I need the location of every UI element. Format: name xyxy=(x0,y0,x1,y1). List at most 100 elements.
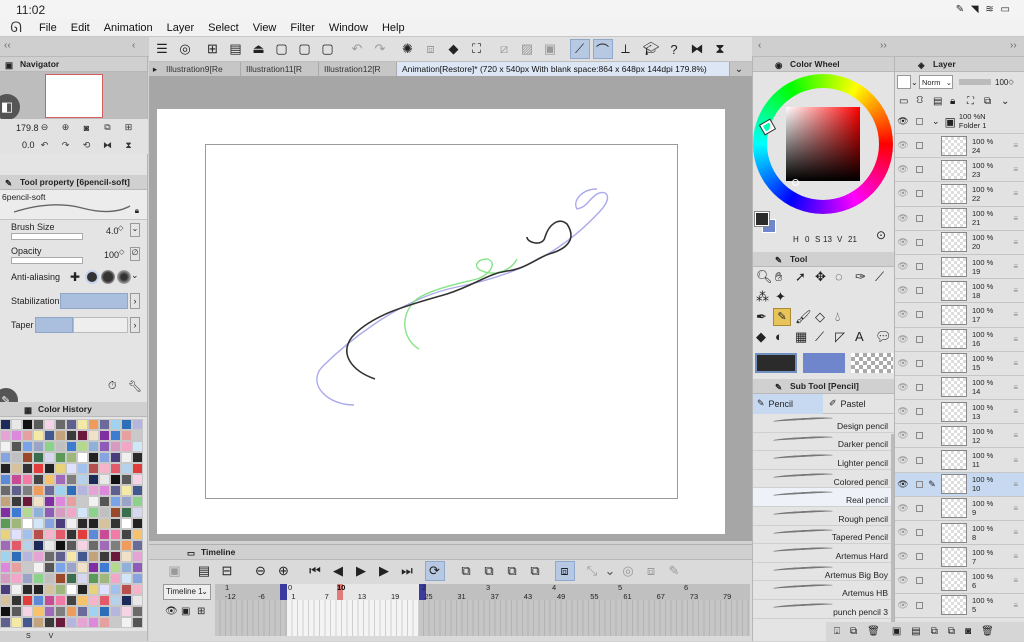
hide-selection-icon[interactable]: ⧄ xyxy=(494,39,514,59)
redo-icon[interactable]: ↷ xyxy=(370,39,390,59)
color-history-swatch[interactable] xyxy=(132,529,143,540)
color-history-swatch[interactable] xyxy=(44,441,55,452)
color-history-swatch[interactable] xyxy=(66,595,77,606)
menu-edit[interactable]: Edit xyxy=(64,19,97,37)
layer-row[interactable]: 👁︎ 100 % 12 ≡ xyxy=(895,424,1024,449)
layer-row[interactable]: 👁︎ 100 % 18 ≡ xyxy=(895,279,1024,304)
layer-visibility-icon[interactable]: 👁︎ xyxy=(895,188,911,199)
color-history-swatch[interactable] xyxy=(66,573,77,584)
color-history-swatch[interactable] xyxy=(88,518,99,529)
color-history-swatch[interactable] xyxy=(22,617,33,628)
zoom-out-icon[interactable]: ⊖ xyxy=(38,121,51,134)
move-tool-icon[interactable]: ✥ xyxy=(815,269,826,285)
color-history-swatch[interactable] xyxy=(132,496,143,507)
color-history-swatch[interactable] xyxy=(132,606,143,617)
layer-drag-handle-icon[interactable]: ≡ xyxy=(1013,359,1018,368)
layer-mask-icon[interactable]: ⧉ xyxy=(984,96,1001,107)
layer-checkbox[interactable] xyxy=(916,263,923,271)
color-history-swatch[interactable] xyxy=(99,452,110,463)
open-file-icon[interactable]: ▤ xyxy=(226,39,246,59)
color-history-swatch[interactable] xyxy=(66,474,77,485)
color-history-swatch[interactable] xyxy=(55,463,66,474)
color-history-swatch[interactable] xyxy=(66,496,77,507)
color-history-swatch[interactable] xyxy=(0,419,11,430)
folder-checkbox[interactable] xyxy=(916,118,923,125)
color-history-swatch[interactable] xyxy=(11,463,22,474)
layer-drag-handle-icon[interactable]: ≡ xyxy=(1013,383,1018,392)
color-history-swatch[interactable] xyxy=(33,452,44,463)
cel-edit-icon[interactable]: ✎ xyxy=(664,561,684,581)
menu-window[interactable]: Window xyxy=(322,19,375,37)
color-history-swatch[interactable] xyxy=(110,430,121,441)
sub-tool-item[interactable]: Tapered Pencil xyxy=(753,526,894,545)
color-history-swatch[interactable] xyxy=(33,463,44,474)
color-history-swatch[interactable] xyxy=(11,540,22,551)
color-history-swatch[interactable] xyxy=(132,540,143,551)
color-history-swatch[interactable] xyxy=(0,573,11,584)
color-history-swatch[interactable] xyxy=(88,595,99,606)
color-history-swatch[interactable] xyxy=(11,474,22,485)
opacity-slider[interactable] xyxy=(11,257,83,264)
lock-icon[interactable]: 🔒︎ xyxy=(135,206,139,216)
color-history-swatch[interactable] xyxy=(110,595,121,606)
snap-special-ruler-icon[interactable]: ⌒ xyxy=(592,39,613,59)
layer-transfer-icon[interactable]: ⧉ xyxy=(948,626,955,637)
color-history-swatch[interactable] xyxy=(22,474,33,485)
taper-bar-filled[interactable] xyxy=(35,317,73,333)
color-history-swatch[interactable] xyxy=(11,529,22,540)
color-history-swatch[interactable] xyxy=(44,419,55,430)
color-history-swatch[interactable] xyxy=(33,507,44,518)
layer-row[interactable]: 👁︎ 100 % 19 ≡ xyxy=(895,255,1024,280)
new-folder-icon[interactable]: ▤ xyxy=(911,626,920,637)
color-history-swatch[interactable] xyxy=(55,529,66,540)
taper-more[interactable]: › xyxy=(130,317,140,333)
color-history-swatch[interactable] xyxy=(110,463,121,474)
color-history-swatch[interactable] xyxy=(132,463,143,474)
layer-menu-icon[interactable]: ⌄ xyxy=(1001,96,1018,107)
color-history-swatch[interactable] xyxy=(77,551,88,562)
hand-tool-icon[interactable]: ✋︎ xyxy=(775,269,782,285)
s-icon[interactable]: S xyxy=(26,633,31,640)
sub-tool-item[interactable]: Artemus HB xyxy=(753,581,894,600)
color-history-swatch[interactable] xyxy=(121,441,132,452)
layer-drag-handle-icon[interactable]: ≡ xyxy=(1013,504,1018,513)
color-history-swatch[interactable] xyxy=(44,573,55,584)
clear-icon[interactable]: ⧈ xyxy=(421,39,441,59)
color-history-swatch[interactable] xyxy=(110,419,121,430)
layer-drag-handle-icon[interactable]: ≡ xyxy=(1013,141,1018,150)
actual-size-icon[interactable]: ⊞ xyxy=(122,121,135,134)
taper-bar-empty[interactable] xyxy=(73,317,128,333)
color-history-swatch[interactable] xyxy=(33,617,44,628)
layer-color-box[interactable] xyxy=(897,75,911,89)
vector-tool-icon[interactable]: ◸ xyxy=(835,329,845,345)
tab-animation[interactable]: Animation[Restore]* (720 x 540px With bl… xyxy=(397,62,730,76)
navigator-preview[interactable] xyxy=(45,74,103,118)
color-history-swatch[interactable] xyxy=(0,496,11,507)
color-history-swatch[interactable] xyxy=(88,584,99,595)
color-history-swatch[interactable] xyxy=(44,551,55,562)
track-visibility-icon[interactable]: 👁︎ xyxy=(165,606,178,617)
color-history-swatch[interactable] xyxy=(33,551,44,562)
color-history-swatch[interactable] xyxy=(110,507,121,518)
color-history-swatch[interactable] xyxy=(55,485,66,496)
color-history-swatch[interactable] xyxy=(66,584,77,595)
color-history-swatch[interactable] xyxy=(77,573,88,584)
app-home-icon[interactable]: ◎ xyxy=(175,39,195,59)
color-history-swatch[interactable] xyxy=(132,595,143,606)
keyframe-dropdown-icon[interactable]: ⌄ xyxy=(605,561,616,581)
color-history-swatch[interactable] xyxy=(121,529,132,540)
color-history-swatch[interactable] xyxy=(44,584,55,595)
color-history-swatch[interactable] xyxy=(0,551,11,562)
layer-visibility-icon[interactable]: 👁︎ xyxy=(895,382,911,393)
color-history-swatch[interactable] xyxy=(121,474,132,485)
color-history-swatch[interactable] xyxy=(132,430,143,441)
layer-opacity-slider[interactable] xyxy=(959,79,991,85)
flip-h-canvas-icon[interactable]: ⧓ xyxy=(687,39,707,59)
layer-checkbox[interactable] xyxy=(916,480,923,488)
layer-row[interactable]: 👁︎ 100 % 8 ≡ xyxy=(895,521,1024,546)
rotate-right-icon[interactable]: ↷ xyxy=(59,139,72,152)
color-history-swatch[interactable] xyxy=(44,430,55,441)
color-history-swatch[interactable] xyxy=(55,452,66,463)
color-history-swatch[interactable] xyxy=(11,606,22,617)
sub-tool-item[interactable]: punch pencil 3 xyxy=(753,600,894,619)
